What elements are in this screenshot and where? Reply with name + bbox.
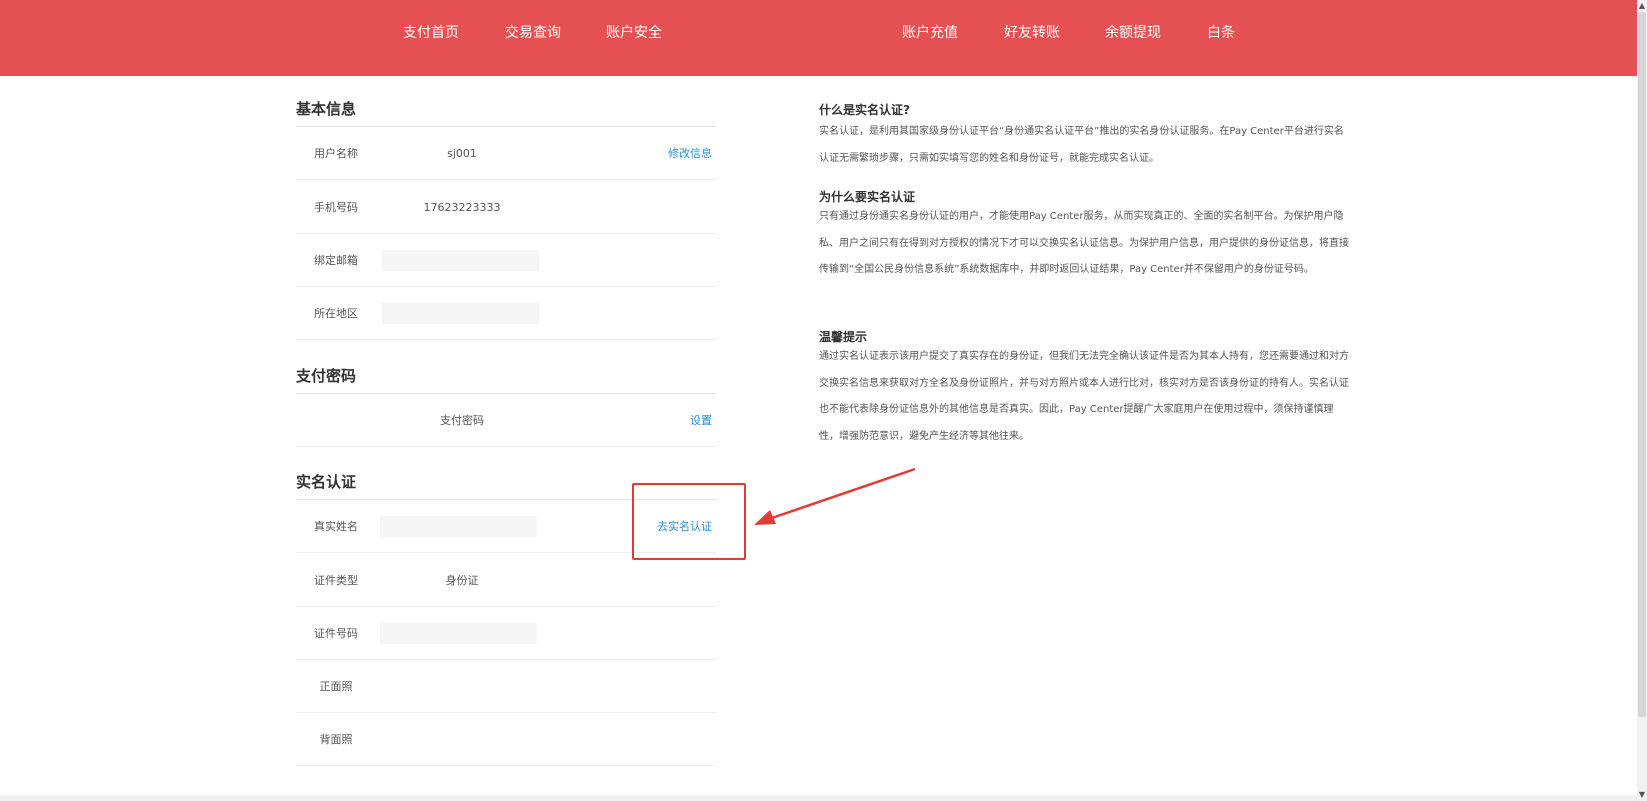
nav-balance-withdraw[interactable]: 余额提现 [1105, 22, 1161, 44]
id-number-row: 证件号码 [296, 607, 716, 660]
phone-row: 手机号码 17623223333 [296, 181, 716, 234]
email-label: 绑定邮箱 [314, 254, 358, 267]
faq-title-why: 为什么要实名认证 [819, 190, 916, 204]
id-number-field[interactable] [380, 623, 537, 644]
id-type-row: 证件类型 身份证 [296, 554, 716, 607]
nav-transaction-query[interactable]: 交易查询 [505, 22, 561, 44]
id-number-label: 证件号码 [314, 627, 358, 640]
id-type-label: 证件类型 [314, 574, 358, 587]
real-name-label: 真实姓名 [314, 520, 358, 533]
phone-label: 手机号码 [314, 201, 358, 214]
back-photo-label: 背面照 [319, 733, 353, 746]
region-row: 所在地区 [296, 287, 716, 340]
vertical-scrollbar[interactable]: ▲ ▼ [1637, 0, 1647, 801]
set-pay-password-link[interactable]: 设置 [690, 394, 712, 447]
faq-title-tips: 温馨提示 [819, 330, 868, 344]
nav-pay-home[interactable]: 支付首页 [403, 22, 459, 44]
scrollbar-thumb[interactable] [1638, 12, 1646, 717]
front-photo-label: 正面照 [319, 680, 353, 693]
scroll-up-icon[interactable]: ▲ [1637, 0, 1647, 12]
nav-friend-transfer[interactable]: 好友转账 [1004, 22, 1060, 44]
front-photo-row: 正面照 [296, 660, 716, 713]
top-nav-bar: 支付首页 交易查询 账户安全 账户充值 好友转账 余额提现 白条 [0, 0, 1637, 76]
pay-password-title: 支付密码 [296, 367, 357, 385]
nav-account-recharge[interactable]: 账户充值 [902, 22, 958, 44]
annotation-highlight-box [632, 483, 746, 560]
faq-body-what: 实名认证，是利用其国家级身份认证平台“身份通实名认证平台”推出的实名身份认证服务… [819, 126, 1344, 164]
region-field[interactable] [382, 303, 539, 324]
pay-password-row: 支付密码 设置 [296, 394, 716, 447]
edit-info-link[interactable]: 修改信息 [668, 127, 712, 180]
phone-value: 17623223333 [423, 201, 501, 214]
pay-password-label: 支付密码 [440, 414, 484, 427]
faq-body-why: 只有通过身份通实名身份认证的用户，才能使用Pay Center服务，从而实现真正… [819, 211, 1349, 275]
id-type-value: 身份证 [445, 574, 479, 587]
email-row: 绑定邮箱 [296, 234, 716, 287]
annotation-arrow-icon [754, 467, 916, 525]
username-label: 用户名称 [314, 147, 358, 160]
basic-info-title: 基本信息 [296, 100, 357, 118]
nav-baitiao[interactable]: 白条 [1207, 22, 1235, 44]
real-name-field[interactable] [380, 516, 537, 537]
email-field[interactable] [382, 250, 539, 271]
scroll-down-icon[interactable]: ▼ [1637, 789, 1647, 801]
real-name-title: 实名认证 [296, 473, 357, 491]
username-value: sj001 [447, 147, 477, 160]
region-label: 所在地区 [314, 307, 358, 320]
username-row: 用户名称 sj001 修改信息 [296, 127, 716, 180]
back-photo-row: 背面照 [296, 713, 716, 766]
page-bottom-edge [0, 795, 1637, 801]
nav-account-security[interactable]: 账户安全 [606, 22, 662, 44]
faq-title-what: 什么是实名认证? [819, 103, 910, 117]
faq-body-tips: 通过实名认证表示该用户提交了真实存在的身份证，但我们无法完全确认该证件是否为其本… [819, 351, 1349, 442]
